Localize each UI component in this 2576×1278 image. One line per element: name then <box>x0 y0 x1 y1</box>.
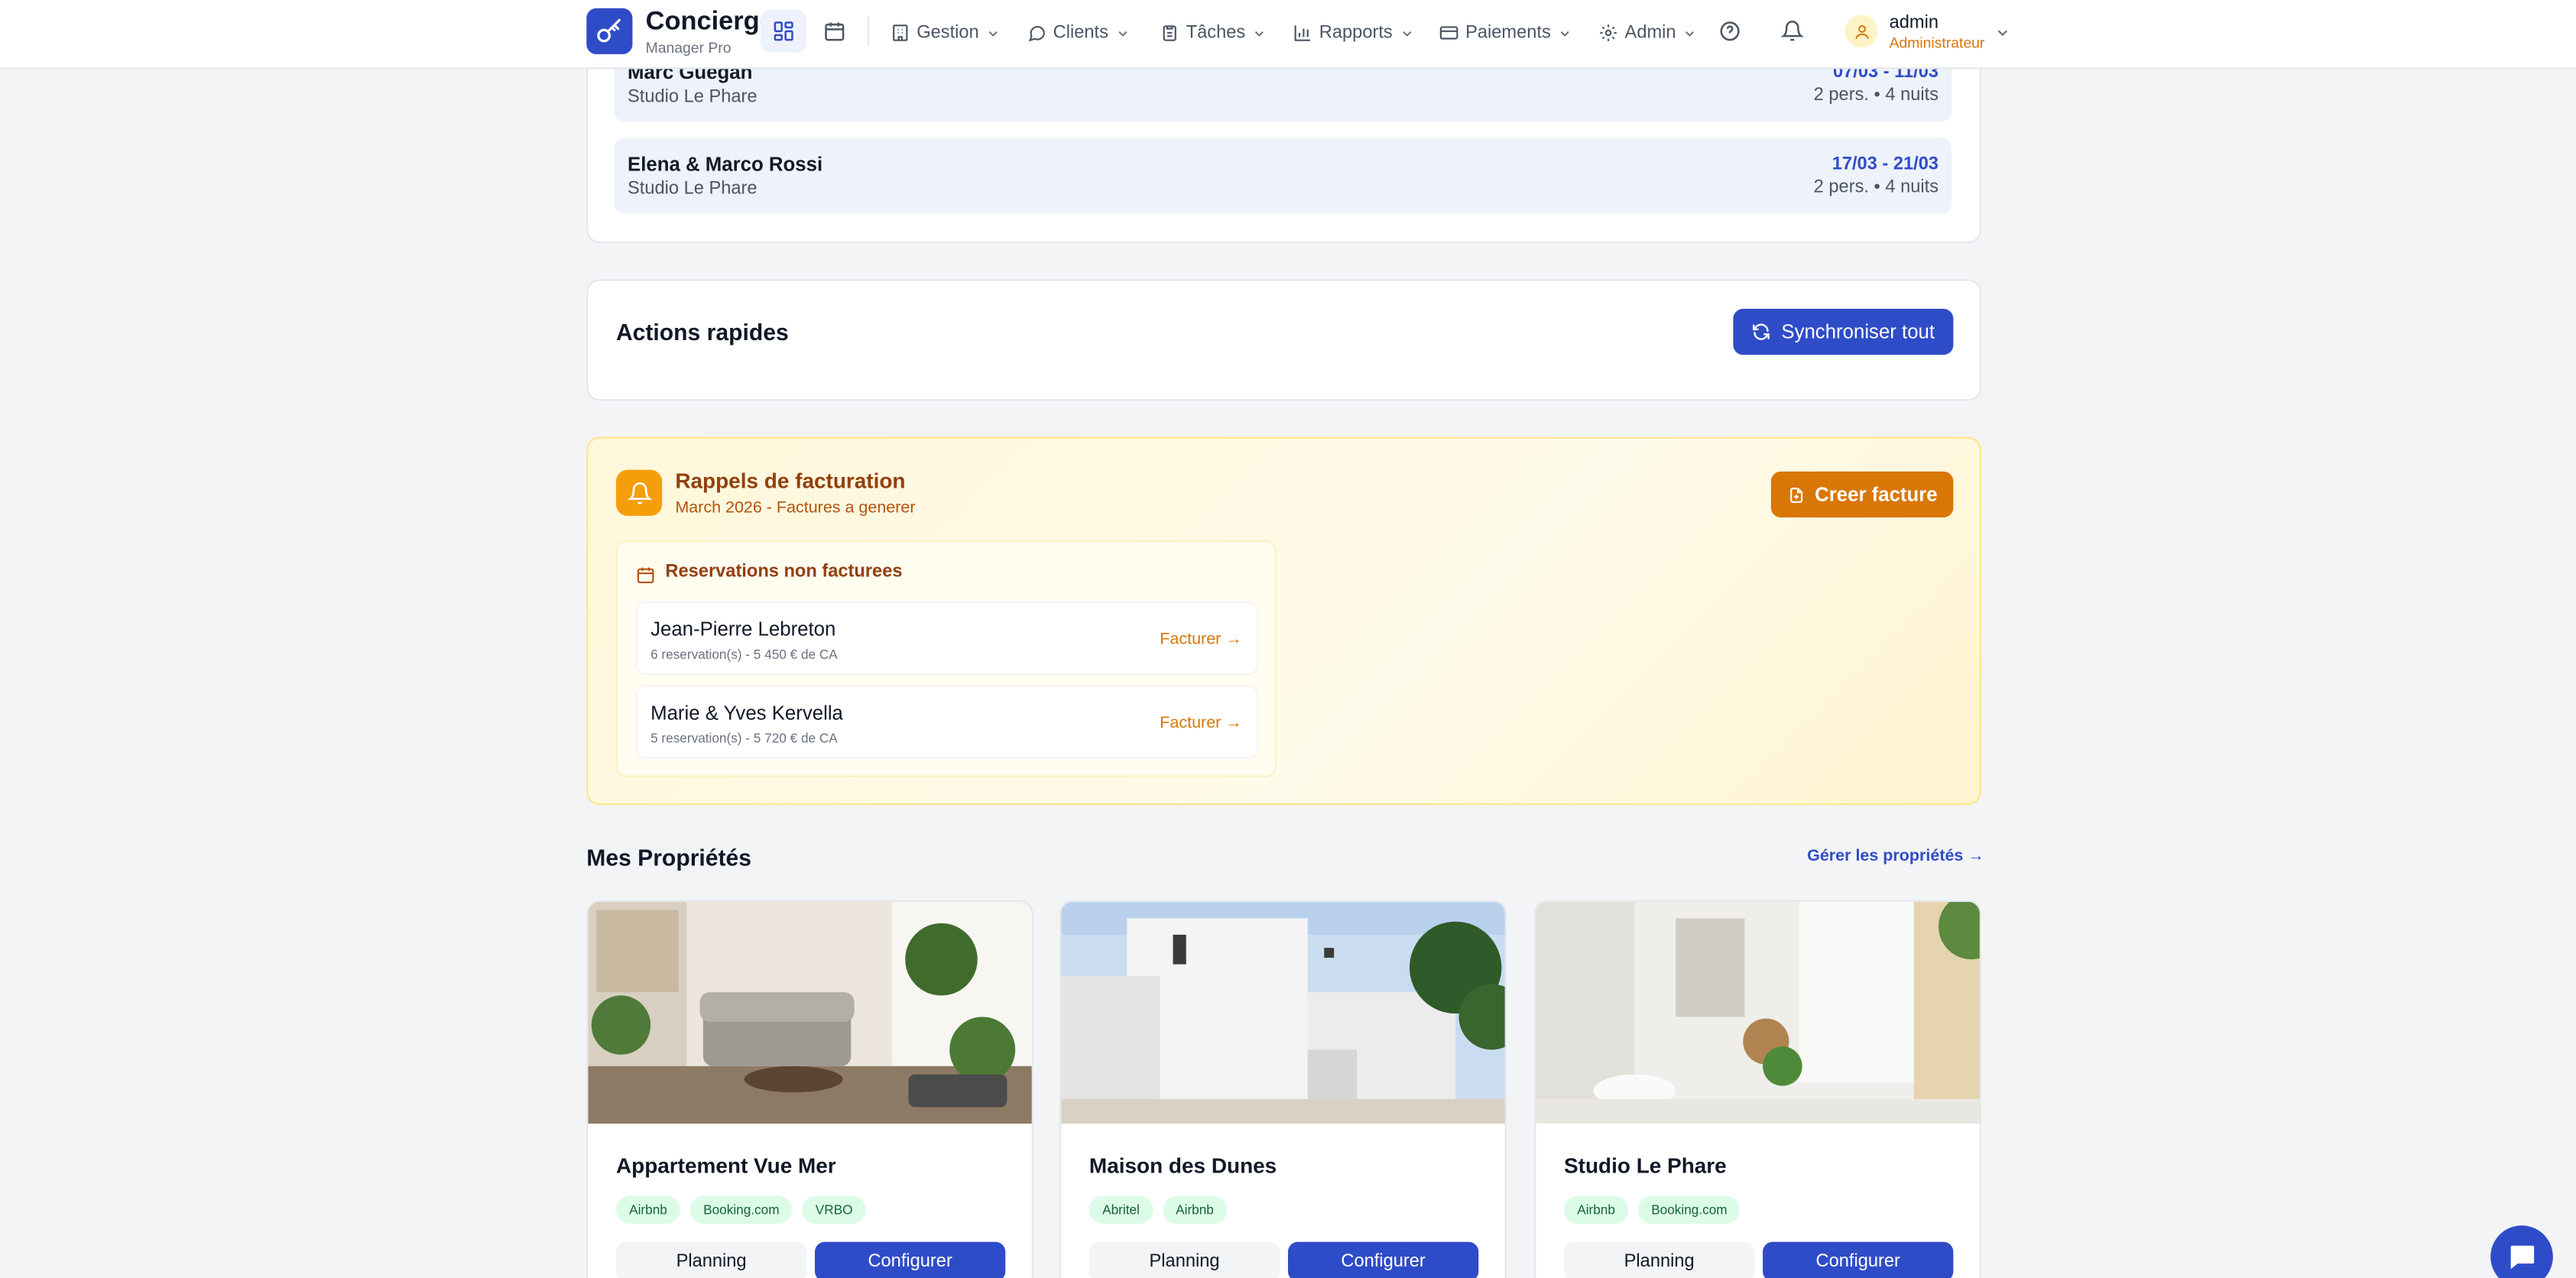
user-avatar[interactable] <box>1844 15 1878 48</box>
chevron-down-icon <box>988 30 998 36</box>
channel-tag: Booking.com <box>689 1195 793 1224</box>
property-card: Studio Le Phare Airbnb Booking.com Plann… <box>1534 900 1981 1278</box>
manage-properties-link[interactable]: Gérer les propriétés → <box>1807 848 1984 866</box>
reservation-property: Studio Le Phare <box>627 86 758 107</box>
chevron-down-icon <box>1254 30 1264 36</box>
configure-button[interactable]: Configurer <box>1287 1241 1479 1278</box>
bell-icon <box>1780 21 1804 41</box>
property-name: Studio Le Phare <box>1564 1153 1727 1178</box>
client-name: Jean-Pierre Lebreton <box>650 618 836 641</box>
calendar-icon <box>637 567 654 583</box>
planning-button[interactable]: Planning <box>615 1241 807 1278</box>
nav-taches-label: Tâches <box>1186 23 1246 43</box>
nav-clients[interactable]: Clients <box>1027 20 1130 46</box>
reservation-row[interactable]: Elena & Marco Rossi Studio Le Phare 17/0… <box>614 138 1952 214</box>
bar-chart-icon <box>1294 25 1310 41</box>
refresh-icon <box>1753 323 1770 340</box>
sync-all-button[interactable]: Synchroniser tout <box>1733 309 1954 355</box>
channel-tag: Booking.com <box>1638 1195 1741 1224</box>
user-role: Administrateur <box>1889 34 1985 51</box>
chevron-down-icon <box>1402 30 1411 36</box>
nav-admin-label: Admin <box>1624 23 1676 43</box>
client-meta: 5 reservation(s) - 5 720 € de CA <box>650 731 838 746</box>
unbilled-title: Reservations non facturees <box>665 562 903 582</box>
channel-tags: Abritel Airbnb <box>1088 1195 1228 1224</box>
channel-tag: Abritel <box>1088 1195 1153 1224</box>
top-navbar: Concierge Manager Pro Gestion Clients Tâ… <box>0 0 2576 70</box>
chat-launcher-button[interactable] <box>2490 1225 2553 1278</box>
nav-rapports-label: Rapports <box>1319 23 1393 43</box>
dashboard-button[interactable] <box>761 9 807 53</box>
nav-gestion[interactable]: Gestion <box>891 20 1001 46</box>
nav-clients-label: Clients <box>1053 23 1108 43</box>
billing-reminders-card: Rappels de facturation March 2026 - Fact… <box>586 436 1981 806</box>
sync-all-label: Synchroniser tout <box>1781 320 1935 344</box>
help-button[interactable] <box>1707 10 1753 53</box>
reservation-guest: Elena & Marco Rossi <box>627 152 823 176</box>
planning-button[interactable]: Planning <box>1564 1241 1755 1278</box>
property-photo[interactable] <box>1061 901 1505 1124</box>
client-meta: 6 reservation(s) - 5 450 € de CA <box>650 647 838 663</box>
create-invoice-label: Creer facture <box>1815 482 1938 506</box>
chevron-down-icon <box>1560 30 1569 36</box>
nav-divider <box>867 16 869 47</box>
create-invoice-button[interactable]: Creer facture <box>1770 471 1954 517</box>
user-icon <box>1854 24 1868 38</box>
property-card: Appartement Vue Mer Airbnb Booking.com V… <box>586 900 1033 1278</box>
reservation-property: Studio Le Phare <box>627 179 758 199</box>
property-photo[interactable] <box>1536 901 1980 1124</box>
nav-admin[interactable]: Admin <box>1598 20 1697 46</box>
brand-subtitle: Manager Pro <box>645 39 732 57</box>
chevron-down-icon <box>1118 30 1127 36</box>
property-card: Maison des Dunes Abritel Airbnb Planning… <box>1059 900 1507 1278</box>
property-name: Maison des Dunes <box>1088 1153 1277 1178</box>
nav-taches[interactable]: Tâches <box>1160 20 1267 46</box>
reservation-meta: 2 pers. • 4 nuits <box>1813 85 1939 105</box>
property-name: Appartement Vue Mer <box>615 1153 836 1178</box>
channel-tags: Airbnb Booking.com <box>1564 1195 1741 1224</box>
brand-title: Concierge <box>645 8 774 37</box>
nav-paiements[interactable]: Paiements <box>1439 20 1572 46</box>
nav-paiements-label: Paiements <box>1465 23 1551 43</box>
unbilled-client-row[interactable]: Jean-Pierre Lebreton 6 reservation(s) - … <box>635 601 1259 676</box>
nav-gestion-label: Gestion <box>917 23 979 43</box>
channel-tag: Airbnb <box>1564 1195 1629 1224</box>
chevron-down-icon <box>1685 30 1695 36</box>
unbilled-reservations-panel: Reservations non facturees Jean-Pierre L… <box>615 540 1277 777</box>
card-icon <box>1439 26 1458 40</box>
building-icon <box>893 24 908 41</box>
configure-button[interactable]: Configurer <box>1763 1241 1954 1278</box>
chat-icon <box>1028 25 1045 42</box>
logo-key-icon[interactable] <box>586 8 633 54</box>
property-photo[interactable] <box>588 901 1032 1124</box>
clipboard-icon <box>1163 25 1176 41</box>
reservation-meta: 2 pers. • 4 nuits <box>1813 177 1939 197</box>
configure-button[interactable]: Configurer <box>815 1241 1006 1278</box>
user-name[interactable]: admin <box>1890 13 1938 33</box>
notifications-button[interactable] <box>1770 10 1815 53</box>
help-icon <box>1720 21 1740 41</box>
quick-actions-card: Actions rapides Synchroniser tout <box>586 279 1981 401</box>
channel-tag: Airbnb <box>1162 1195 1228 1224</box>
unbilled-client-row[interactable]: Marie & Yves Kervella 5 reservation(s) -… <box>635 685 1259 759</box>
bell-icon <box>615 469 663 516</box>
nav-rapports[interactable]: Rapports <box>1293 20 1413 46</box>
properties-title: Mes Propriétés <box>586 844 751 871</box>
invoice-client-link[interactable]: Facturer → <box>1160 631 1241 649</box>
gear-icon <box>1600 24 1617 41</box>
billing-subtitle: March 2026 - Factures a generer <box>675 499 916 517</box>
chat-icon <box>2510 1245 2535 1270</box>
planning-button[interactable]: Planning <box>1088 1241 1280 1278</box>
quick-actions-title: Actions rapides <box>615 318 789 345</box>
chevron-down-icon[interactable] <box>1994 24 2010 41</box>
invoice-client-link[interactable]: Facturer → <box>1160 715 1241 733</box>
file-icon <box>1789 486 1802 502</box>
billing-title: Rappels de facturation <box>675 468 906 493</box>
channel-tags: Airbnb Booking.com VRBO <box>615 1195 866 1224</box>
channel-tag: Airbnb <box>615 1195 681 1224</box>
calendar-button[interactable] <box>812 10 858 53</box>
channel-tag: VRBO <box>802 1195 866 1224</box>
reservation-dates: 17/03 - 21/03 <box>1831 154 1939 174</box>
client-name: Marie & Yves Kervella <box>650 701 843 725</box>
